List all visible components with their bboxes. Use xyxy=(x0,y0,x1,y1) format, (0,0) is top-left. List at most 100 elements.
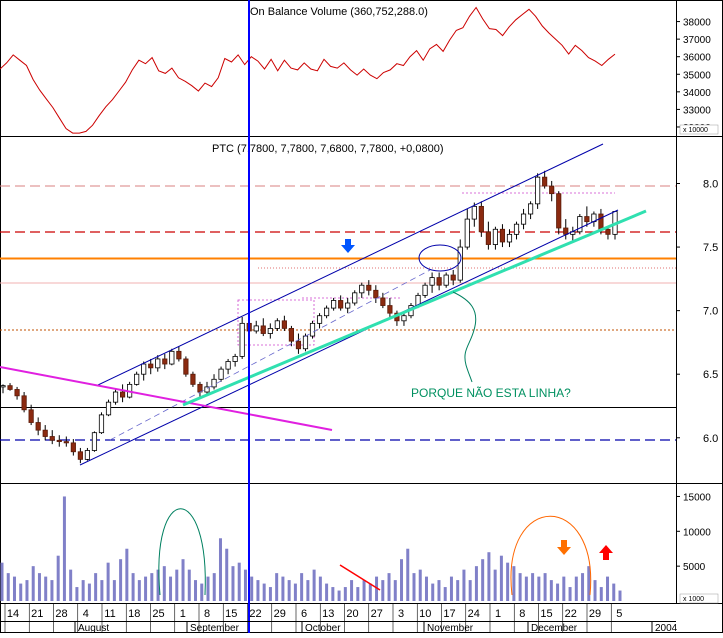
arrow-up-red-icon xyxy=(599,545,613,560)
cyan-trend-line xyxy=(182,209,647,407)
candle xyxy=(316,313,323,329)
x-day-label: 24 xyxy=(468,608,480,620)
arrow-down-orange-icon xyxy=(557,540,571,555)
x-day-label: 6 xyxy=(301,608,307,620)
volume-bar xyxy=(431,583,435,601)
candle xyxy=(542,170,548,189)
volume-bar xyxy=(6,573,10,601)
candle-body-down xyxy=(190,373,196,385)
candle xyxy=(577,214,583,235)
volume-bar xyxy=(381,580,385,601)
candle xyxy=(443,272,449,288)
candle-body-up xyxy=(105,401,112,416)
candle-body-up xyxy=(274,320,280,329)
obv-panel: On Balance Volume (360,752,288.0) 320003… xyxy=(0,6,719,135)
candle-body-down xyxy=(584,216,590,223)
volume-bar xyxy=(543,573,547,601)
volume-bar xyxy=(331,587,335,601)
obv-y-tick-label: 38000 xyxy=(683,18,711,29)
candle-body-down xyxy=(197,383,203,393)
price-panel: 6.0 6.5 7.0 7.5 8.0 PTC (7,7800, 7,7800, 7,6… xyxy=(0,0,718,633)
x-day-label: 27 xyxy=(371,608,383,620)
candle-body-down xyxy=(70,442,76,453)
x-axis: 14 21 28 4 11 18 25 1 8 15 22 29 6 13 20 27 3 10 17 24 1 8 15 2… xyxy=(0,604,678,634)
candle-body-up xyxy=(345,302,351,309)
candle-body-down xyxy=(148,363,154,369)
x-day-label: 22 xyxy=(565,608,577,620)
volume-bar xyxy=(524,576,528,601)
obv-y-tick-label: 34000 xyxy=(683,88,711,99)
candle-body-up xyxy=(225,361,231,370)
chart-canvas: On Balance Volume (360,752,288.0) 320003… xyxy=(0,0,723,634)
candle-body-up xyxy=(422,284,428,296)
candle xyxy=(91,431,98,452)
candle-body-up xyxy=(91,432,98,451)
candle xyxy=(556,191,562,235)
candle-body-down xyxy=(499,228,506,243)
candle xyxy=(253,320,259,334)
x-day-label: 29 xyxy=(589,608,601,620)
candle-body-up xyxy=(98,414,105,434)
x-day-label: 13 xyxy=(322,608,334,620)
volume-bar xyxy=(350,580,354,601)
candle-body-up xyxy=(528,203,534,215)
volume-bar xyxy=(225,548,229,601)
candle xyxy=(112,389,119,405)
volume-bar xyxy=(69,569,73,601)
volume-bar xyxy=(549,580,553,601)
volume-bar xyxy=(393,580,397,601)
volume-bar xyxy=(499,555,503,601)
volume-bar xyxy=(87,583,91,601)
candle xyxy=(148,358,154,375)
volume-bar xyxy=(125,548,129,601)
obv-line xyxy=(0,6,616,134)
volume-bar xyxy=(456,580,460,601)
price-y-tick-label: 6.5 xyxy=(703,369,718,381)
volume-bar xyxy=(356,587,360,601)
candle-body-down xyxy=(450,274,456,281)
volume-bar xyxy=(506,562,510,601)
volume-bar xyxy=(144,576,148,601)
volume-bar xyxy=(556,583,560,601)
volume-bar xyxy=(50,580,54,601)
candle xyxy=(260,318,266,337)
candle xyxy=(267,323,273,339)
candle-body-down xyxy=(77,451,83,460)
candle xyxy=(42,425,48,441)
candle xyxy=(56,435,62,447)
x-month-label: December xyxy=(531,623,578,633)
candle xyxy=(485,221,491,250)
volume-bar xyxy=(493,569,497,601)
candle-body-up xyxy=(141,363,147,375)
candle xyxy=(429,272,435,293)
volume-bar xyxy=(587,566,591,601)
candle-body-up xyxy=(520,213,527,225)
candle-body-down xyxy=(56,439,62,442)
volume-y-tick-label: 5000 xyxy=(683,562,706,573)
candle-body-up xyxy=(155,358,161,369)
volume-bar xyxy=(94,573,98,601)
candle-body-down xyxy=(35,422,41,431)
x-day-label: 25 xyxy=(152,608,164,620)
x-day-label: 8 xyxy=(519,608,525,620)
candle xyxy=(225,358,231,375)
candle-body-down xyxy=(63,441,69,444)
volume-bar xyxy=(137,580,141,601)
volume-bar xyxy=(406,548,410,601)
candle xyxy=(380,292,386,309)
candle xyxy=(127,381,133,399)
candle xyxy=(98,412,105,434)
annotation-text: PORQUE NÃO ESTA LINHA? xyxy=(411,386,571,400)
volume-bar xyxy=(581,573,585,601)
volume-bar xyxy=(62,496,66,601)
x-day-label: 28 xyxy=(55,608,67,620)
volume-bar xyxy=(56,555,60,601)
candle-body-down xyxy=(598,213,604,230)
volume-bar xyxy=(443,587,447,601)
candle-body-down xyxy=(556,193,562,229)
candle xyxy=(352,290,358,306)
candle-body-down xyxy=(542,176,548,187)
volume-bar xyxy=(618,590,622,601)
volume-y-tick-label: 10000 xyxy=(683,527,711,538)
candle xyxy=(401,313,407,326)
